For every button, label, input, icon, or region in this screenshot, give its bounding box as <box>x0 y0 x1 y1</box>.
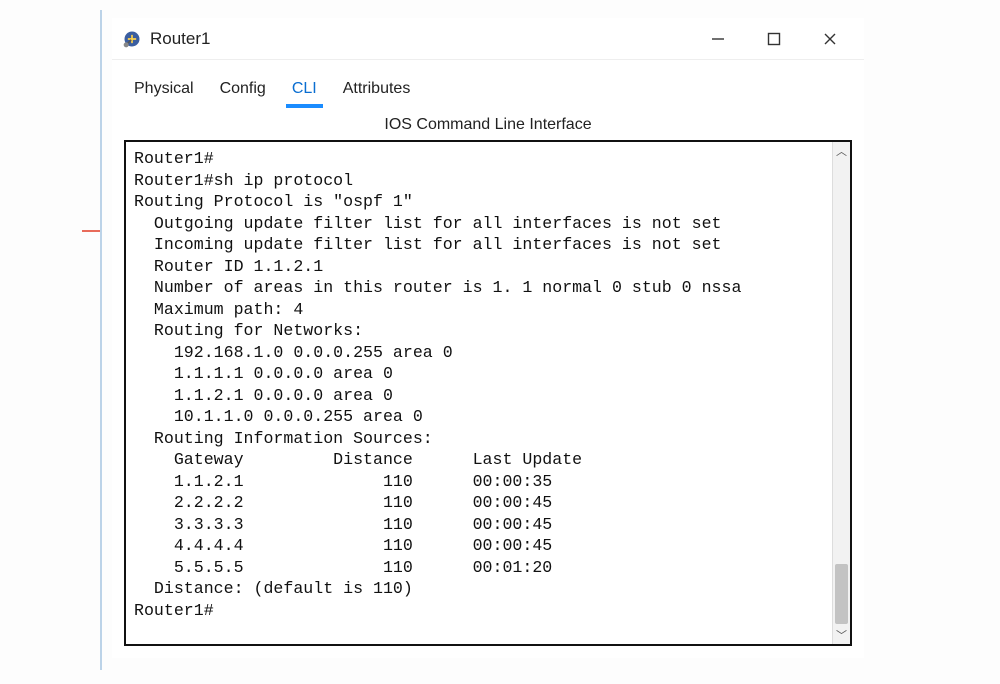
terminal-line: Routing Information Sources: <box>134 428 824 450</box>
tab-label: Attributes <box>343 80 411 97</box>
terminal-line: Routing for Networks: <box>134 320 824 342</box>
router-icon <box>122 29 142 49</box>
terminal-line: 4.4.4.4 110 00:00:45 <box>134 535 824 557</box>
tab-attributes[interactable]: Attributes <box>341 74 413 106</box>
cli-terminal[interactable]: Router1#Router1#sh ip protocolRouting Pr… <box>126 142 832 644</box>
canvas-guide-horizontal <box>82 230 100 232</box>
terminal-line: 3.3.3.3 110 00:00:45 <box>134 514 824 536</box>
terminal-line: Incoming update filter list for all inte… <box>134 234 824 256</box>
terminal-line: Outgoing update filter list for all inte… <box>134 213 824 235</box>
minimize-button[interactable] <box>690 19 746 59</box>
titlebar: Router1 <box>112 18 864 60</box>
scroll-thumb[interactable] <box>835 564 848 624</box>
terminal-line: 2.2.2.2 110 00:00:45 <box>134 492 824 514</box>
terminal-line: 1.1.2.1 110 00:00:35 <box>134 471 824 493</box>
terminal-line: Router ID 1.1.2.1 <box>134 256 824 278</box>
terminal-frame: Router1#Router1#sh ip protocolRouting Pr… <box>124 140 852 646</box>
window-title: Router1 <box>150 29 210 49</box>
tab-cli[interactable]: CLI <box>290 74 319 106</box>
terminal-line: Gateway Distance Last Update <box>134 449 824 471</box>
tab-physical[interactable]: Physical <box>132 74 196 106</box>
scroll-down-arrow-icon[interactable]: ﹀ <box>833 626 851 644</box>
terminal-line: Router1#sh ip protocol <box>134 170 824 192</box>
terminal-line: 1.1.1.1 0.0.0.0 area 0 <box>134 363 824 385</box>
terminal-line: 1.1.2.1 0.0.0.0 area 0 <box>134 385 824 407</box>
panel-subtitle: IOS Command Line Interface <box>112 116 864 134</box>
tab-label: CLI <box>292 80 317 97</box>
terminal-line: Router1# <box>134 148 824 170</box>
canvas-guide-vertical <box>100 10 102 670</box>
terminal-line: 10.1.1.0 0.0.0.255 area 0 <box>134 406 824 428</box>
terminal-line: Number of areas in this router is 1. 1 n… <box>134 277 824 299</box>
terminal-line: Routing Protocol is "ospf 1" <box>134 191 824 213</box>
terminal-line: Router1# <box>134 600 824 622</box>
scroll-track[interactable] <box>833 160 850 626</box>
tab-label: Config <box>220 80 266 97</box>
app-window: Router1 Physical Config CLI Attr <box>112 18 864 658</box>
terminal-line: Distance: (default is 110) <box>134 578 824 600</box>
tab-label: Physical <box>134 80 194 97</box>
close-button[interactable] <box>802 19 858 59</box>
maximize-button[interactable] <box>746 19 802 59</box>
tab-config[interactable]: Config <box>218 74 268 106</box>
tabbar: Physical Config CLI Attributes <box>112 60 864 106</box>
terminal-line: 5.5.5.5 110 00:01:20 <box>134 557 824 579</box>
terminal-line: 192.168.1.0 0.0.0.255 area 0 <box>134 342 824 364</box>
terminal-scrollbar[interactable]: ︿ ﹀ <box>832 142 850 644</box>
scroll-up-arrow-icon[interactable]: ︿ <box>833 142 851 160</box>
terminal-line: Maximum path: 4 <box>134 299 824 321</box>
